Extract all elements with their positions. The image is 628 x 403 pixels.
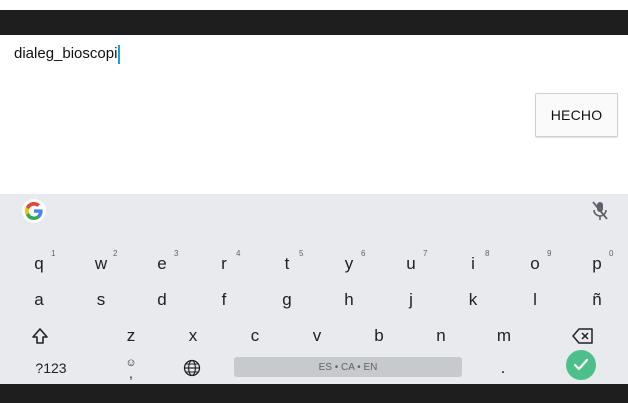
key-d[interactable]: d: [143, 282, 181, 318]
globe-icon[interactable]: [180, 354, 204, 382]
key-g[interactable]: g: [268, 282, 306, 318]
text-field-value: dialeg_bioscopi: [14, 45, 118, 62]
key-label: o: [530, 254, 540, 273]
navigation-bar: [0, 384, 628, 403]
status-bar: [0, 10, 628, 35]
key-n-tilde[interactable]: ñ: [578, 282, 616, 318]
key-o[interactable]: o9: [516, 246, 554, 282]
key-q[interactable]: q1: [20, 246, 58, 282]
key-n[interactable]: n: [422, 318, 460, 354]
key-x[interactable]: x: [174, 318, 212, 354]
keyboard-row-3: z x c v b n m: [0, 318, 628, 354]
key-r[interactable]: r4: [205, 246, 243, 282]
key-label: y: [344, 254, 354, 273]
key-hint: 0: [609, 249, 614, 258]
key-hint: 5: [299, 249, 304, 258]
key-h[interactable]: h: [330, 282, 368, 318]
key-t[interactable]: t5: [268, 246, 306, 282]
key-s[interactable]: s: [82, 282, 120, 318]
keyboard-toolbar: [0, 194, 628, 227]
key-label: q: [34, 254, 44, 273]
key-hint: 9: [547, 249, 552, 258]
key-hint: 4: [236, 249, 241, 258]
symbols-key[interactable]: ?123: [28, 354, 74, 382]
key-label: t: [284, 254, 290, 273]
key-v[interactable]: v: [298, 318, 336, 354]
key-f[interactable]: f: [205, 282, 243, 318]
backspace-icon[interactable]: [566, 318, 600, 354]
emoji-comma-key[interactable]: ☺ ,: [118, 354, 144, 382]
key-i[interactable]: i8: [454, 246, 492, 282]
period-key[interactable]: .: [488, 354, 518, 382]
key-hint: 3: [174, 249, 179, 258]
key-c[interactable]: c: [236, 318, 274, 354]
key-y[interactable]: y6: [330, 246, 368, 282]
spacebar[interactable]: ES • CA • EN: [234, 357, 462, 377]
key-hint: 1: [51, 249, 56, 258]
keyboard-row-2: a s d f g h j k l ñ: [0, 282, 628, 318]
on-screen-keyboard: q1 w2 e3 r4 t5 y6 u7 i8 o9 p0 a s d f g …: [0, 194, 628, 384]
key-label: e: [157, 254, 167, 273]
key-l[interactable]: l: [516, 282, 554, 318]
key-b[interactable]: b: [360, 318, 398, 354]
key-label: w: [94, 254, 108, 273]
shift-icon[interactable]: [22, 318, 58, 354]
keyboard-row-1: q1 w2 e3 r4 t5 y6 u7 i8 o9 p0: [0, 246, 628, 282]
key-a[interactable]: a: [20, 282, 58, 318]
key-w[interactable]: w2: [82, 246, 120, 282]
keyboard-row-4: ?123 ☺ , ES • CA • EN .: [0, 350, 628, 382]
key-label: p: [592, 254, 602, 273]
key-hint: 7: [423, 249, 428, 258]
key-e[interactable]: e3: [143, 246, 181, 282]
key-hint: 2: [113, 249, 118, 258]
key-hint: 8: [485, 249, 490, 258]
key-p[interactable]: p0: [578, 246, 616, 282]
check-icon[interactable]: [566, 350, 596, 380]
key-label: r: [221, 254, 227, 273]
key-u[interactable]: u7: [392, 246, 430, 282]
key-m[interactable]: m: [485, 318, 523, 354]
done-button[interactable]: HECHO: [535, 93, 618, 137]
key-z[interactable]: z: [112, 318, 150, 354]
text-cursor: [118, 44, 121, 64]
text-field[interactable]: dialeg_bioscopi: [14, 44, 121, 64]
comma-label: ,: [129, 365, 133, 381]
key-label: u: [406, 254, 416, 273]
mic-off-icon[interactable]: [590, 200, 610, 222]
key-k[interactable]: k: [454, 282, 492, 318]
key-hint: 6: [361, 249, 366, 258]
key-label: i: [471, 254, 475, 273]
key-j[interactable]: j: [392, 282, 430, 318]
google-g-icon[interactable]: [22, 199, 46, 223]
